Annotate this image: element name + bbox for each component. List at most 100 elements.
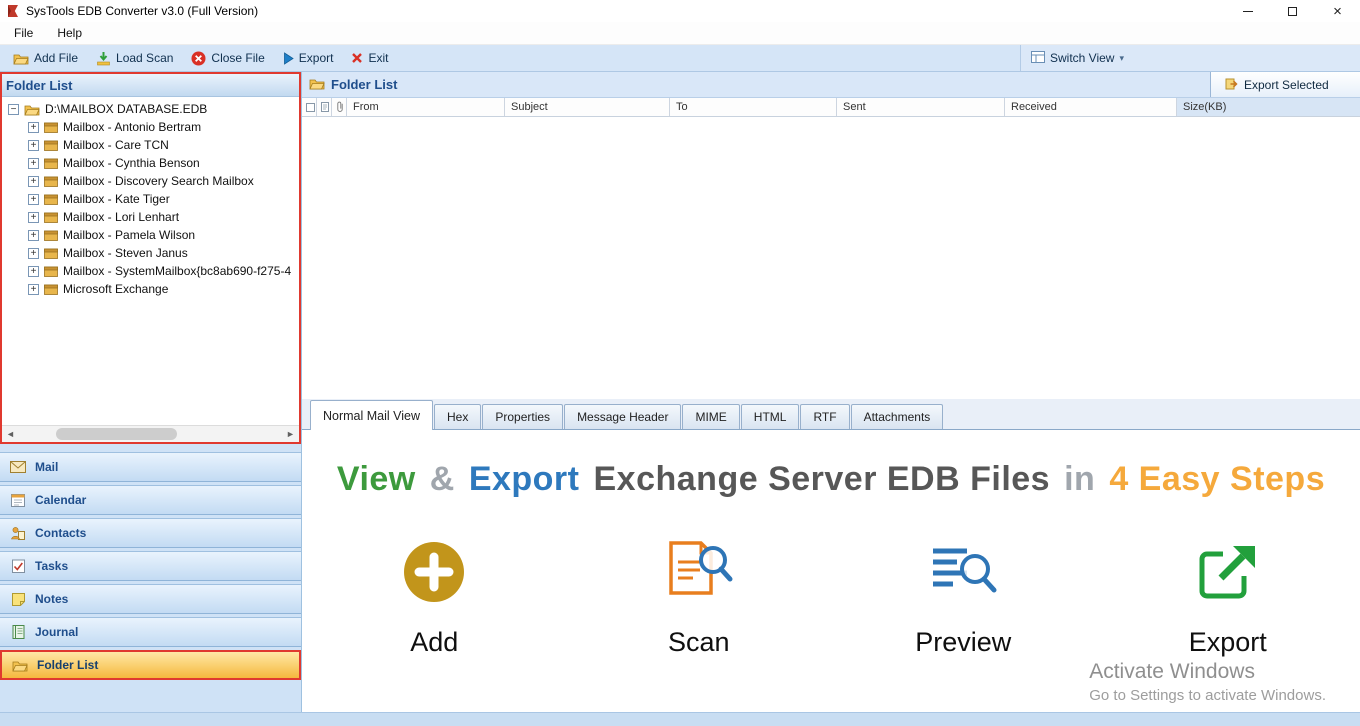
maximize-button[interactable] xyxy=(1270,0,1315,22)
tree-item-label: Mailbox - Care TCN xyxy=(63,138,169,152)
title-bar: SysTools EDB Converter v3.0 (Full Versio… xyxy=(0,0,1360,22)
scrollbar-track[interactable] xyxy=(19,426,282,442)
tree-item[interactable]: + Mailbox - Kate Tiger xyxy=(2,190,299,208)
column-header-to[interactable]: To xyxy=(670,98,837,116)
expand-icon[interactable]: + xyxy=(28,266,39,277)
menu-bar: File Help xyxy=(0,22,1360,45)
tree-item[interactable]: + Mailbox - SystemMailbox{bc8ab690-f275-… xyxy=(2,262,299,280)
column-header-from[interactable]: From xyxy=(347,98,505,116)
menu-help[interactable]: Help xyxy=(57,26,82,40)
column-header-subject[interactable]: Subject xyxy=(505,98,670,116)
exit-icon xyxy=(351,52,363,64)
mailbox-icon xyxy=(44,194,58,205)
tree-item[interactable]: + Mailbox - Discovery Search Mailbox xyxy=(2,172,299,190)
column-header-received[interactable]: Received xyxy=(1005,98,1177,116)
close-file-button[interactable]: Close File xyxy=(182,45,273,71)
add-file-folder-icon xyxy=(13,52,29,65)
notes-icon xyxy=(9,593,27,606)
steps-row: Add Scan xyxy=(302,531,1360,658)
scroll-right-arrow-icon[interactable]: ► xyxy=(282,426,299,442)
exit-button[interactable]: Exit xyxy=(342,45,397,71)
folder-header-icon xyxy=(309,77,325,93)
add-file-button[interactable]: Add File xyxy=(4,45,87,71)
tab-properties[interactable]: Properties xyxy=(482,404,563,429)
nav-item-journal[interactable]: Journal xyxy=(0,617,301,647)
message-list-header: From Subject To Sent Received Size(KB) xyxy=(302,98,1360,117)
expand-icon[interactable]: + xyxy=(28,122,39,133)
switch-view-button[interactable]: Switch View ▾ xyxy=(1031,51,1124,66)
window-title: SysTools EDB Converter v3.0 (Full Versio… xyxy=(26,4,258,18)
export-selected-icon xyxy=(1225,76,1239,93)
mail-icon xyxy=(9,461,27,473)
nav-item-tasks[interactable]: Tasks xyxy=(0,551,301,581)
database-folder-icon xyxy=(24,103,40,116)
tree-item-label: Mailbox - Pamela Wilson xyxy=(63,228,195,242)
window-controls: × xyxy=(1225,0,1360,22)
nav-item-notes[interactable]: Notes xyxy=(0,584,301,614)
export-step-icon xyxy=(1195,531,1261,613)
nav-item-folder-list[interactable]: Folder List xyxy=(0,650,301,680)
column-header-sent[interactable]: Sent xyxy=(837,98,1005,116)
export-button[interactable]: Export xyxy=(274,45,343,71)
mailbox-icon xyxy=(44,122,58,133)
tab-hex[interactable]: Hex xyxy=(434,404,481,429)
expand-icon[interactable]: + xyxy=(28,158,39,169)
column-header-size[interactable]: Size(KB) xyxy=(1177,98,1360,116)
switch-view-area: Switch View ▾ xyxy=(1020,45,1360,71)
tab-attachments[interactable]: Attachments xyxy=(851,404,944,429)
tree-item-label: D:\MAILBOX DATABASE.EDB xyxy=(45,102,207,116)
tab-message-header[interactable]: Message Header xyxy=(564,404,681,429)
close-button[interactable]: × xyxy=(1315,0,1360,22)
attachment-column-header[interactable] xyxy=(332,98,347,116)
nav-item-label: Notes xyxy=(35,592,68,606)
tree-item[interactable]: + Mailbox - Pamela Wilson xyxy=(2,226,299,244)
tab-normal-mail-view[interactable]: Normal Mail View xyxy=(310,400,433,430)
minimize-button[interactable] xyxy=(1225,0,1270,22)
tree-item[interactable]: + Mailbox - Care TCN xyxy=(2,136,299,154)
expand-icon[interactable]: + xyxy=(28,212,39,223)
tab-rtf[interactable]: RTF xyxy=(800,404,849,429)
step-label: Preview xyxy=(915,627,1011,658)
expand-icon[interactable]: + xyxy=(28,284,39,295)
tasks-icon xyxy=(9,559,27,573)
checkbox-column-header[interactable] xyxy=(302,98,317,116)
preview-content: View&ExportExchange Server EDB Filesin4 … xyxy=(302,430,1360,712)
nav-item-calendar[interactable]: Calendar xyxy=(0,485,301,515)
menu-file[interactable]: File xyxy=(14,26,33,40)
load-scan-button[interactable]: Load Scan xyxy=(87,45,182,71)
expand-icon[interactable]: + xyxy=(28,248,39,259)
tree-item-label: Mailbox - Steven Janus xyxy=(63,246,188,260)
tab-html[interactable]: HTML xyxy=(741,404,800,429)
tab-mime[interactable]: MIME xyxy=(682,404,739,429)
tree-item[interactable]: + Mailbox - Steven Janus xyxy=(2,244,299,262)
expand-icon[interactable]: + xyxy=(28,230,39,241)
tree-item[interactable]: + Mailbox - Antonio Bertram xyxy=(2,118,299,136)
close-file-icon xyxy=(191,51,206,66)
content-header: Folder List Export Selected xyxy=(302,72,1360,98)
step-add: Add xyxy=(302,531,567,658)
tree-item-root[interactable]: − D:\MAILBOX DATABASE.EDB xyxy=(2,100,299,118)
tree-item[interactable]: + Mailbox - Lori Lenhart xyxy=(2,208,299,226)
export-selected-button[interactable]: Export Selected xyxy=(1210,72,1360,97)
expand-icon[interactable]: + xyxy=(28,176,39,187)
mailbox-icon xyxy=(44,230,58,241)
tree-item[interactable]: + Mailbox - Cynthia Benson xyxy=(2,154,299,172)
scroll-left-arrow-icon[interactable]: ◄ xyxy=(2,426,19,442)
tree-item-label: Mailbox - Lori Lenhart xyxy=(63,210,179,224)
item-type-column-header[interactable] xyxy=(317,98,332,116)
collapse-icon[interactable]: − xyxy=(8,104,19,115)
contacts-icon xyxy=(9,526,27,540)
expand-icon[interactable]: + xyxy=(28,194,39,205)
mailbox-icon xyxy=(44,176,58,187)
step-label: Export xyxy=(1189,627,1267,658)
nav-item-mail[interactable]: Mail xyxy=(0,452,301,482)
tree-item[interactable]: + Microsoft Exchange xyxy=(2,280,299,298)
banner-segment: & xyxy=(430,460,455,498)
scrollbar-thumb[interactable] xyxy=(56,428,177,440)
tree-horizontal-scrollbar[interactable]: ◄ ► xyxy=(2,425,299,442)
step-label: Add xyxy=(410,627,458,658)
tree-item-label: Mailbox - Cynthia Benson xyxy=(63,156,200,170)
step-scan: Scan xyxy=(567,531,832,658)
expand-icon[interactable]: + xyxy=(28,140,39,151)
nav-item-contacts[interactable]: Contacts xyxy=(0,518,301,548)
